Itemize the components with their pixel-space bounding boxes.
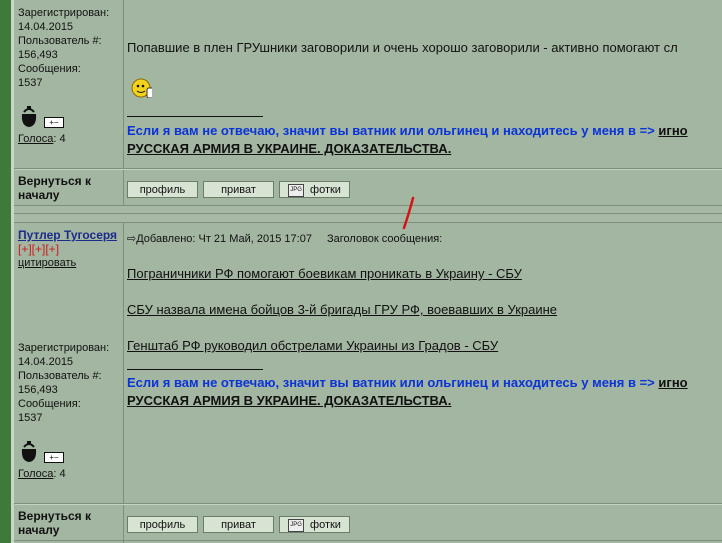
kettle-icon [21,441,37,462]
ignore-link[interactable]: игно [658,375,687,390]
user-number: 156,493 [18,49,58,61]
registered-date: 14.04.2015 [18,21,74,33]
red-annotation-mark [402,196,415,230]
post-arrow-icon: ⇨ [127,233,137,245]
post1-back-to-top[interactable]: Вернуться к началу [18,174,118,202]
post1-signature-line1: Если я вам не отвечаю, значит вы ватник … [127,123,688,138]
post-separator-band [14,206,722,222]
post2-back-to-top[interactable]: Вернуться к началу [18,509,118,537]
reputation[interactable]: [+][+][+] [18,242,118,256]
votes-count: : 4 [53,468,66,480]
added-date: Добавлено: Чт 21 Май, 2015 17:07 [136,233,312,245]
row-divider-light [15,504,722,505]
messages-count: 1537 [18,77,43,89]
post1-signature-line2[interactable]: РУССКАЯ АРМИЯ В УКРАИНЕ. ДОКАЗАТЕЛЬСТВА. [127,141,451,156]
quote-link[interactable]: цитировать [18,256,118,270]
news-link[interactable]: СБУ назвала имена бойцов 3-й бригады ГРУ… [127,302,557,318]
post2-signature-line2[interactable]: РУССКАЯ АРМИЯ В УКРАИНЕ. ДОКАЗАТЕЛЬСТВА. [127,393,451,408]
photo-icon: JPG [288,518,305,532]
votes-link[interactable]: Голоса [18,133,53,145]
ignore-link[interactable]: игно [658,123,687,138]
left-border [0,0,11,543]
smiley-emoticon-icon [131,78,152,98]
photos-label: фотки [310,519,341,531]
post1-message-text: Попавшие в плен ГРУшники заговорили и оч… [127,40,678,55]
news-link[interactable]: Генштаб РФ руководил обстрелами Украины … [127,338,498,354]
signature-text: Если я вам не отвечаю, значит вы ватник … [127,375,655,390]
user-number-label: Пользователь #: [18,370,102,382]
post-separator-bottom [14,222,722,223]
pm-button[interactable]: приват [203,516,274,533]
photos-button[interactable]: JPG фотки [279,516,350,533]
post2-author-info: Путлер Тугосеря [+][+][+] цитировать [18,228,118,270]
subject-label: Заголовок сообщения: [327,233,443,245]
user-number: 156,493 [18,384,58,396]
column-divider [123,0,124,543]
profile-button[interactable]: профиль [127,516,198,533]
post1-profile-info: Зарегистрирован: 14.04.2015 Пользователь… [18,6,109,90]
photos-label: фотки [310,184,341,196]
post2-signature-line1: Если я вам не отвечаю, значит вы ватник … [127,375,688,390]
post2-votes: Голоса: 4 [18,467,66,481]
votes-count: : 4 [53,133,66,145]
signature-separator [127,116,263,117]
votes-link[interactable]: Голоса [18,468,53,480]
post2-profile-info: Зарегистрирован: 14.04.2015 Пользователь… [18,341,109,425]
registered-label: Зарегистрирован: [18,7,110,19]
messages-label: Сообщения: [18,398,81,410]
row-divider [14,540,722,541]
registered-date: 14.04.2015 [18,356,74,368]
photos-button[interactable]: JPG фотки [279,181,350,198]
author-name[interactable]: Путлер Тугосеря [18,228,118,242]
messages-count: 1537 [18,412,43,424]
left-border-highlight [11,0,14,543]
registered-label: Зарегистрирован: [18,342,110,354]
user-number-label: Пользователь #: [18,35,102,47]
news-link[interactable]: Пограничники РФ помогают боевикам проник… [127,266,522,282]
messages-label: Сообщения: [18,63,81,75]
post-separator-mid [14,213,722,214]
post2-meta: ⇨Добавлено: Чт 21 Май, 2015 17:07 Заголо… [127,232,442,246]
pm-button[interactable]: приват [203,181,274,198]
plus-minus-icon[interactable]: +− [44,452,64,463]
kettle-icon [21,106,37,127]
plus-minus-icon[interactable]: +− [44,117,64,128]
row-divider-light [15,169,722,170]
profile-button[interactable]: профиль [127,181,198,198]
signature-text: Если я вам не отвечаю, значит вы ватник … [127,123,655,138]
signature-separator [127,369,263,370]
photo-icon: JPG [288,183,305,197]
post1-votes: Голоса: 4 [18,132,66,146]
